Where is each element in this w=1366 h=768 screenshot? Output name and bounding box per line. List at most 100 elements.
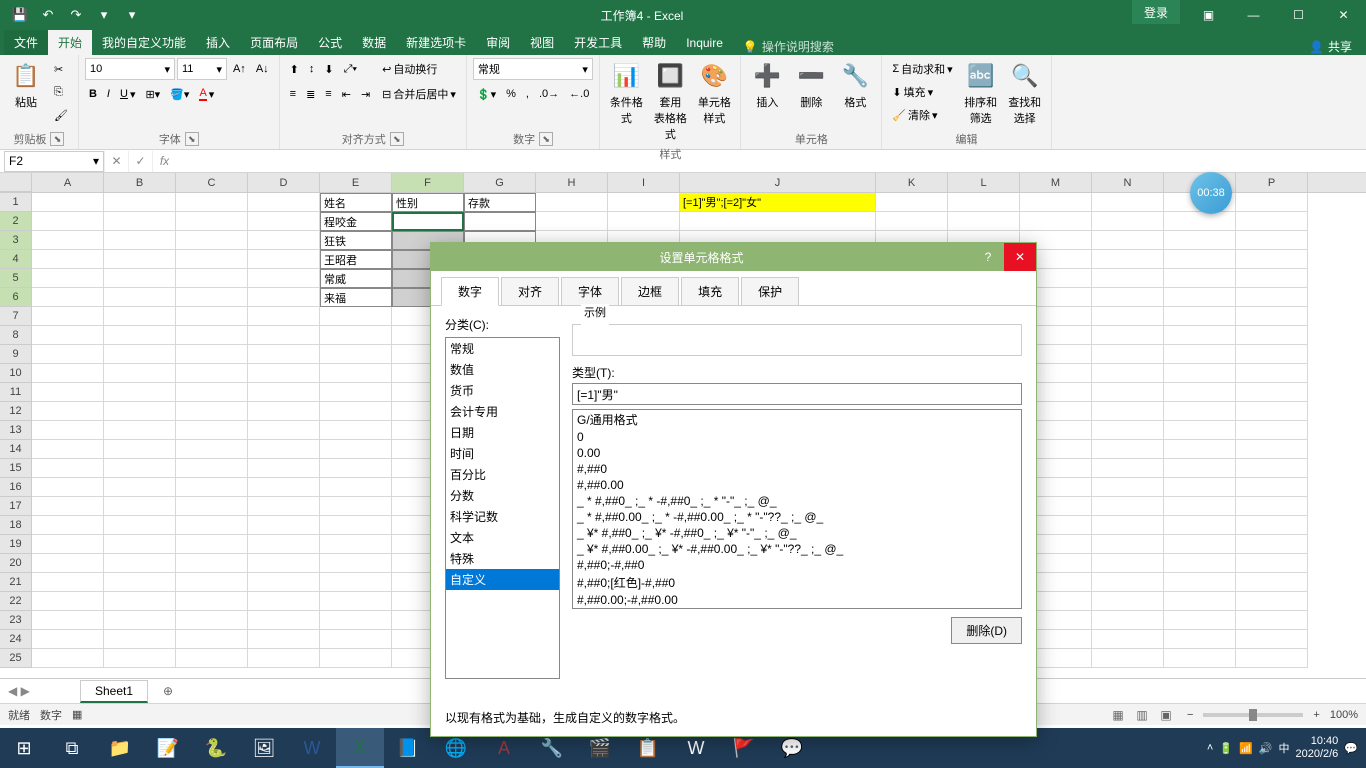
zoom-level[interactable]: 100% (1330, 709, 1358, 721)
cut-button[interactable]: ✂ (50, 58, 72, 80)
cell-N24[interactable] (1092, 630, 1164, 649)
cell-O5[interactable] (1164, 269, 1236, 288)
dialog-help-button[interactable]: ? (972, 243, 1004, 271)
cell-B17[interactable] (104, 497, 176, 516)
category-item[interactable]: 货币 (446, 380, 559, 401)
col-header-A[interactable]: A (32, 173, 104, 192)
col-header-P[interactable]: P (1236, 173, 1308, 192)
cell-I1[interactable] (608, 193, 680, 212)
cell-E1[interactable]: 姓名 (320, 193, 392, 212)
word-icon[interactable]: W (288, 728, 336, 768)
sort-filter-button[interactable]: 🔤排序和筛选 (961, 58, 1001, 128)
col-header-C[interactable]: C (176, 173, 248, 192)
col-header-D[interactable]: D (248, 173, 320, 192)
cell-A12[interactable] (32, 402, 104, 421)
cell-A6[interactable] (32, 288, 104, 307)
percent-button[interactable]: % (502, 83, 520, 105)
cell-A25[interactable] (32, 649, 104, 668)
cell-B2[interactable] (104, 212, 176, 231)
col-header-I[interactable]: I (608, 173, 680, 192)
cell-B4[interactable] (104, 250, 176, 269)
cell-C17[interactable] (176, 497, 248, 516)
cell-D9[interactable] (248, 345, 320, 364)
row-header-13[interactable]: 13 (0, 421, 32, 440)
cell-D6[interactable] (248, 288, 320, 307)
cell-A2[interactable] (32, 212, 104, 231)
cell-L1[interactable] (948, 193, 1020, 212)
cell-D17[interactable] (248, 497, 320, 516)
cell-N9[interactable] (1092, 345, 1164, 364)
row-header-18[interactable]: 18 (0, 516, 32, 535)
cell-P17[interactable] (1236, 497, 1308, 516)
qat-more-icon[interactable]: ▾ (92, 3, 116, 27)
copy-button[interactable]: ⎘ (50, 81, 72, 103)
cell-B15[interactable] (104, 459, 176, 478)
cancel-formula-button[interactable]: ✕ (104, 151, 128, 172)
cell-D1[interactable] (248, 193, 320, 212)
macro-icon[interactable]: ▦ (72, 708, 82, 721)
align-left-button[interactable]: ≡ (286, 83, 300, 105)
cell-C7[interactable] (176, 307, 248, 326)
cell-N23[interactable] (1092, 611, 1164, 630)
cell-A19[interactable] (32, 535, 104, 554)
font-color-button[interactable]: A▾ (195, 83, 218, 105)
cell-P19[interactable] (1236, 535, 1308, 554)
cell-C21[interactable] (176, 573, 248, 592)
zoom-in-button[interactable]: + (1313, 709, 1319, 721)
cell-C6[interactable] (176, 288, 248, 307)
tray-chevron-icon[interactable]: ˄ (1207, 742, 1213, 754)
cell-O8[interactable] (1164, 326, 1236, 345)
cell-P6[interactable] (1236, 288, 1308, 307)
cell-D16[interactable] (248, 478, 320, 497)
cell-D11[interactable] (248, 383, 320, 402)
tray-ime-icon[interactable]: 中 (1278, 740, 1289, 756)
tab-inquire[interactable]: Inquire (676, 30, 733, 55)
tab-newtab[interactable]: 新建选项卡 (396, 30, 476, 55)
cell-B12[interactable] (104, 402, 176, 421)
cell-C20[interactable] (176, 554, 248, 573)
cell-C10[interactable] (176, 364, 248, 383)
cell-O21[interactable] (1164, 573, 1236, 592)
col-header-K[interactable]: K (876, 173, 948, 192)
cell-D24[interactable] (248, 630, 320, 649)
font-name-selector[interactable]: 10▾ (85, 58, 175, 80)
cell-O18[interactable] (1164, 516, 1236, 535)
cell-E16[interactable] (320, 478, 392, 497)
cell-O13[interactable] (1164, 421, 1236, 440)
paste-button[interactable]: 📋 粘贴 (6, 58, 46, 112)
app-icon-4[interactable]: 📘 (384, 728, 432, 768)
cell-P10[interactable] (1236, 364, 1308, 383)
close-icon[interactable]: ✕ (1321, 0, 1366, 30)
dlg-tab-alignment[interactable]: 对齐 (501, 277, 559, 305)
cell-P22[interactable] (1236, 592, 1308, 611)
row-header-14[interactable]: 14 (0, 440, 32, 459)
cell-O7[interactable] (1164, 307, 1236, 326)
cell-A21[interactable] (32, 573, 104, 592)
undo-icon[interactable]: ↶ (36, 3, 60, 27)
cell-E19[interactable] (320, 535, 392, 554)
tray-battery-icon[interactable]: 🔋 (1219, 742, 1233, 755)
cell-N16[interactable] (1092, 478, 1164, 497)
format-item[interactable]: #,##0;-#,##0 (573, 557, 1021, 573)
row-header-3[interactable]: 3 (0, 231, 32, 250)
cell-O10[interactable] (1164, 364, 1236, 383)
cell-A10[interactable] (32, 364, 104, 383)
cell-B8[interactable] (104, 326, 176, 345)
cell-B5[interactable] (104, 269, 176, 288)
cell-C11[interactable] (176, 383, 248, 402)
cell-D13[interactable] (248, 421, 320, 440)
cell-O6[interactable] (1164, 288, 1236, 307)
dlg-tab-font[interactable]: 字体 (561, 277, 619, 305)
cell-G2[interactable] (464, 212, 536, 231)
app-icon-1[interactable]: 📝 (144, 728, 192, 768)
cell-B19[interactable] (104, 535, 176, 554)
minimize-icon[interactable]: — (1231, 0, 1276, 30)
wrap-text-button[interactable]: ↩自动换行 (378, 58, 460, 80)
cell-B24[interactable] (104, 630, 176, 649)
sheet-nav[interactable]: ◀ ▶ (0, 684, 80, 698)
cell-D15[interactable] (248, 459, 320, 478)
col-header-N[interactable]: N (1092, 173, 1164, 192)
tab-insert[interactable]: 插入 (196, 30, 240, 55)
cell-D21[interactable] (248, 573, 320, 592)
cell-N15[interactable] (1092, 459, 1164, 478)
